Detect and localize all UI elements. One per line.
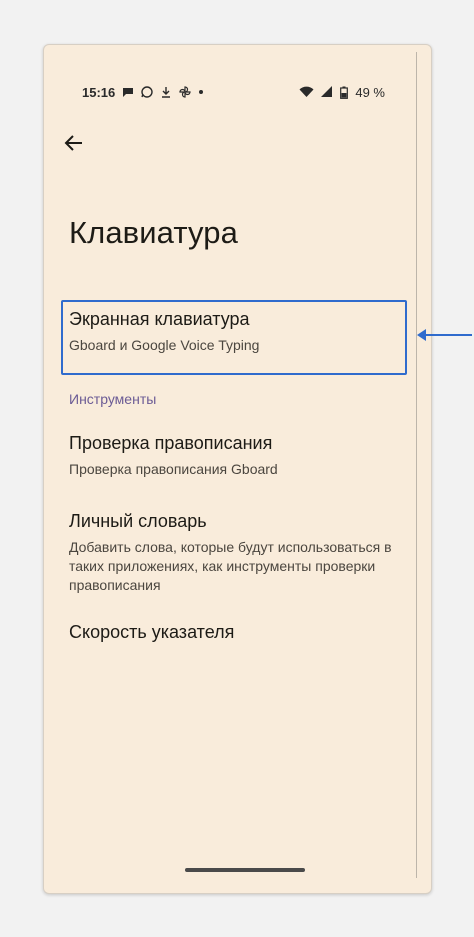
item-title: Проверка правописания xyxy=(69,433,273,453)
scrollbar[interactable] xyxy=(416,52,417,878)
item-title: Личный словарь xyxy=(69,511,207,531)
list-item-personal-dictionary[interactable]: Личный словарь Добавить слова, которые б… xyxy=(69,511,407,595)
pinwheel-icon xyxy=(179,86,191,98)
list-item-spell-check[interactable]: Проверка правописания Проверка правописа… xyxy=(69,433,407,479)
item-subtitle: Проверка правописания Gboard xyxy=(69,461,278,477)
list-item-pointer-speed[interactable]: Скорость указателя xyxy=(69,622,407,643)
signal-icon xyxy=(321,86,333,97)
download-icon xyxy=(162,87,171,98)
whatsapp-icon xyxy=(141,86,153,98)
section-header-tools: Инструменты xyxy=(69,391,157,407)
item-subtitle: Добавить слова, которые будут использова… xyxy=(69,539,392,593)
page-title: Клавиатура xyxy=(69,215,238,250)
wifi-icon xyxy=(299,86,314,97)
battery-icon xyxy=(340,86,349,99)
phone-screen: 15:16 49 % Клавиатура Экранная клавиатур… xyxy=(43,44,432,894)
status-bar: 15:16 49 % xyxy=(82,82,385,102)
item-title: Скорость указателя xyxy=(69,622,235,642)
chat-bubble-icon xyxy=(123,88,134,97)
status-left: 15:16 xyxy=(82,85,204,100)
status-time: 15:16 xyxy=(82,84,116,100)
battery-percent: 49 % xyxy=(355,84,385,100)
arrow-left-icon[interactable] xyxy=(62,131,86,155)
arrow-left-pointer-icon xyxy=(417,329,472,341)
highlight-box xyxy=(61,300,407,375)
gesture-nav-bar[interactable] xyxy=(185,868,305,872)
dot-icon xyxy=(199,90,204,94)
status-right: 49 % xyxy=(299,85,385,100)
